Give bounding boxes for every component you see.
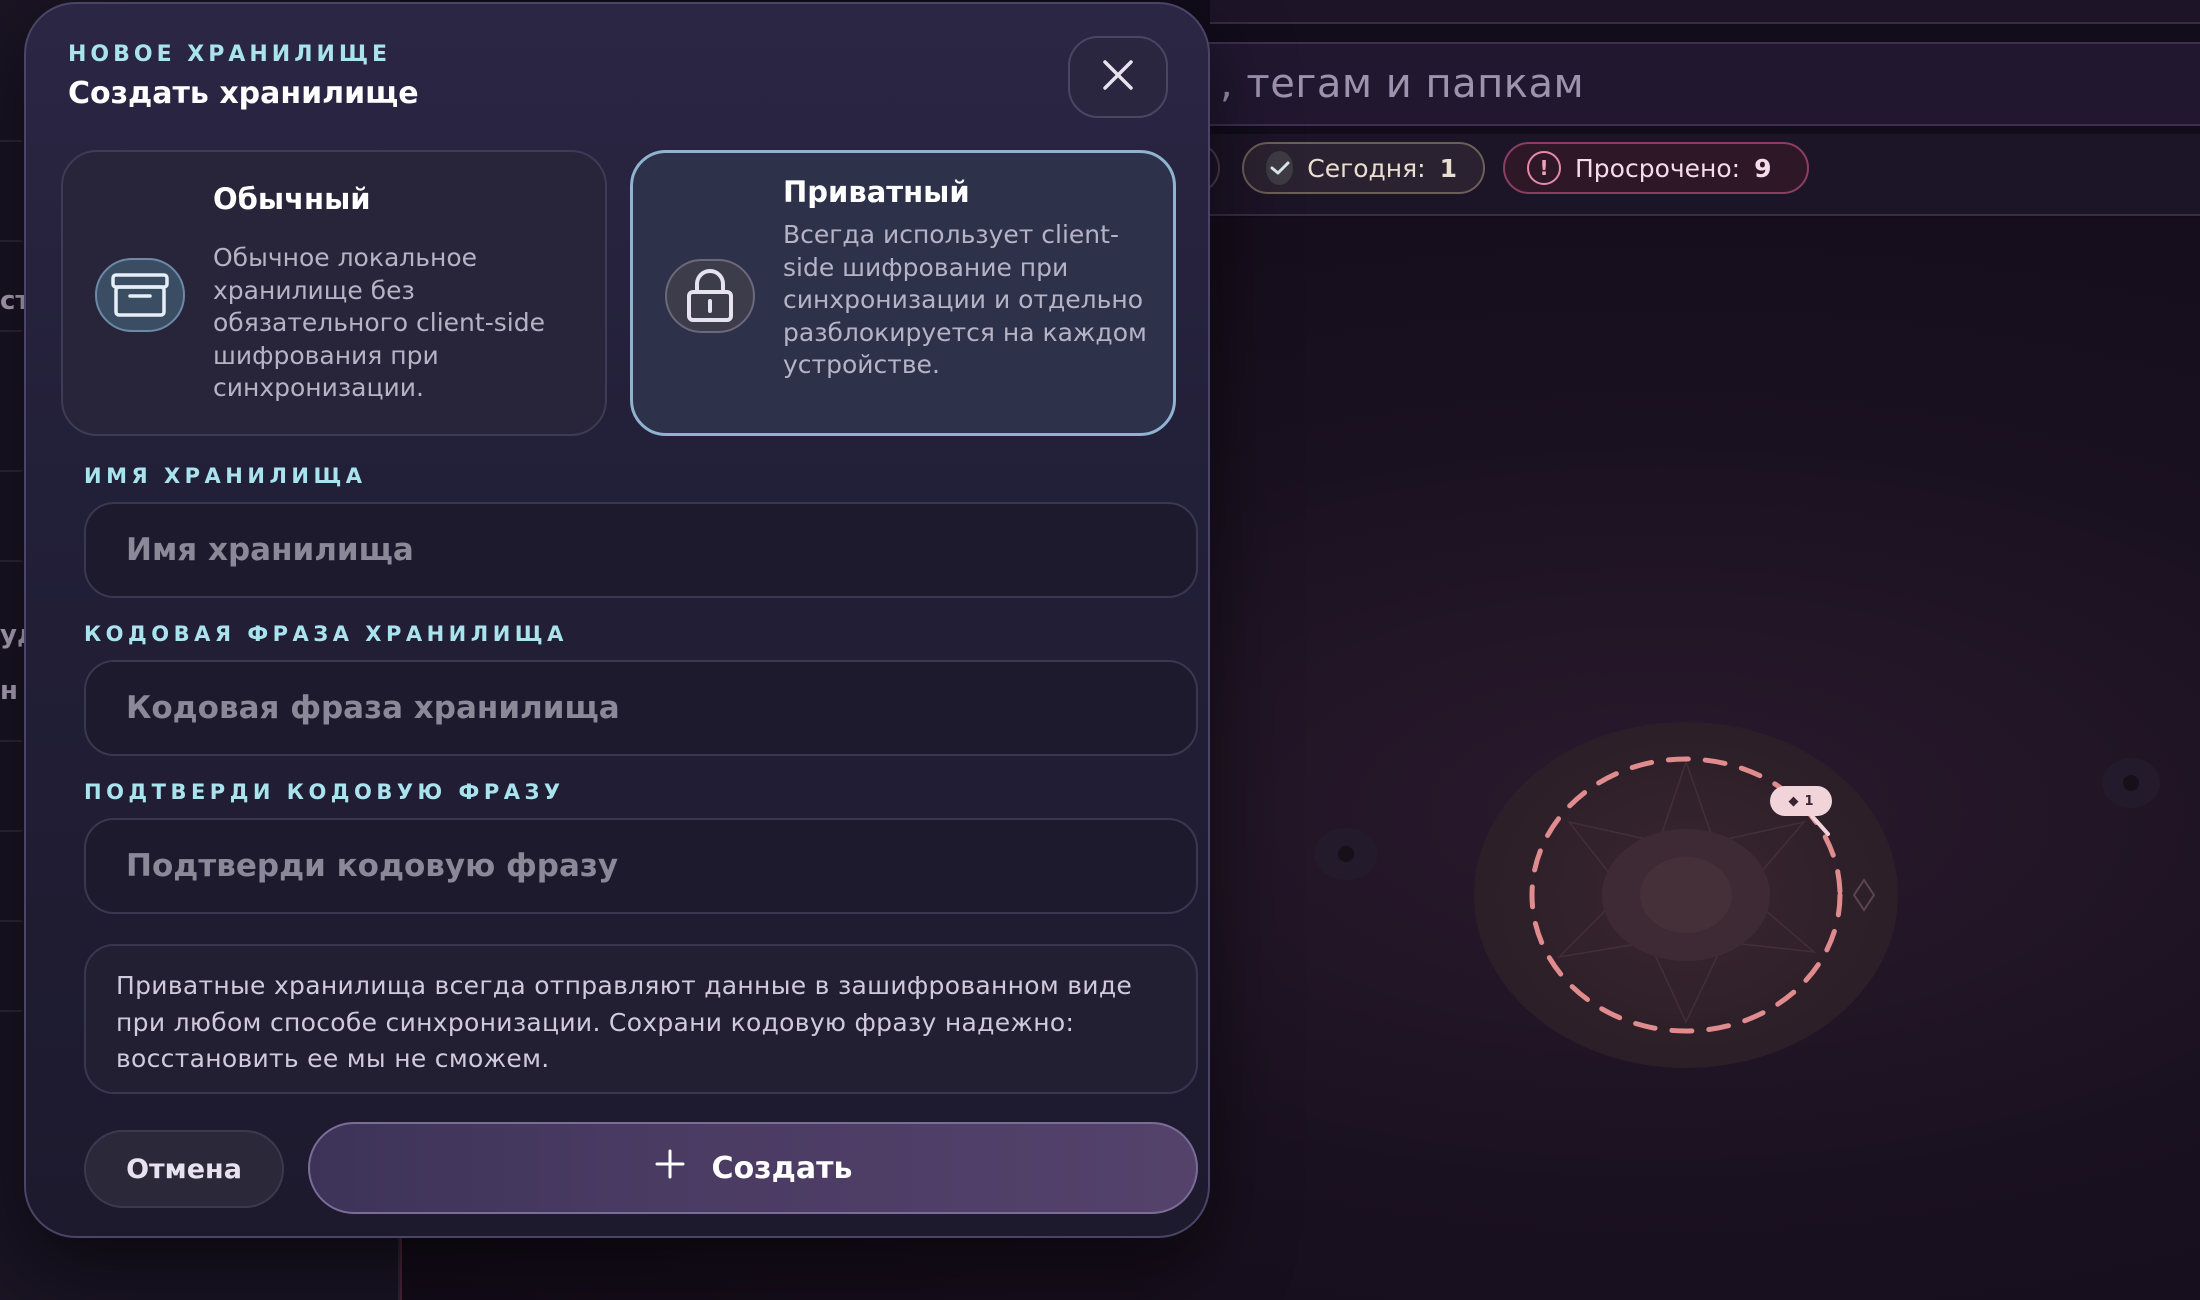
vault-type-private-card[interactable]: Приватный Всегда использует client-side … [630,150,1176,436]
lock-icon [665,259,755,333]
alert-icon: ! [1527,151,1561,185]
search-bar[interactable]: , тегам и папкам [1180,42,2200,126]
filter-chip-overdue[interactable]: ! Просрочено: 9 [1503,142,1809,194]
dialog-eyebrow: НОВОЕ ХРАНИЛИЩЕ [68,42,392,67]
vault-type-normal-card[interactable]: Обычный Обычное локальное хранилище без … [61,150,607,436]
close-icon [1101,58,1135,96]
vault-type-description: Обычное локальное хранилище без обязател… [213,243,545,402]
passphrase-label: КОДОВАЯ ФРАЗА ХРАНИЛИЩА [84,622,568,646]
create-button-label: Создать [711,1150,853,1186]
graph-node[interactable] [1314,828,1378,880]
archive-box-icon [95,258,185,332]
vault-type-title: Обычный [213,182,371,216]
chip-count: 1 [1439,153,1457,183]
filter-chip-today[interactable]: Сегодня: 1 [1242,142,1485,194]
private-vault-info: Приватные хранилища всегда отправляют да… [84,944,1198,1094]
cancel-button[interactable]: Отмена [84,1130,284,1208]
chip-label: Сегодня: [1307,153,1426,183]
chip-count: 9 [1754,153,1772,183]
graph-node-cluster[interactable]: ◆ 1 [1474,722,1898,1068]
vault-name-label: ИМЯ ХРАНИЛИЩА [84,464,367,488]
search-placeholder: , тегам и папкам [1220,61,1585,107]
check-icon [1266,151,1294,185]
chip-label: Просрочено: [1575,153,1741,183]
vault-name-input[interactable] [84,502,1198,598]
create-button[interactable]: Создать [308,1122,1198,1214]
sidebar-item-fragment[interactable]: н [0,676,18,706]
vault-type-description: Всегда использует client-side шифрование… [783,220,1147,379]
orb-badge: ◆ 1 [1770,786,1832,816]
graph-node[interactable] [2102,758,2160,808]
top-bar [1210,0,2200,24]
dialog-title: Создать хранилище [68,76,419,111]
orb-badge-count: 1 [1804,793,1814,809]
confirm-passphrase-label: ПОДТВЕРДИ КОДОВУЮ ФРАЗУ [84,780,565,804]
plus-icon [654,1148,686,1188]
close-button[interactable] [1068,36,1168,118]
vault-type-title: Приватный [783,175,970,209]
create-vault-dialog: НОВОЕ ХРАНИЛИЩЕ Создать хранилище Обычны… [24,2,1210,1238]
passphrase-input[interactable] [84,660,1198,756]
confirm-passphrase-input[interactable] [84,818,1198,914]
shield-icon: ◆ [1788,793,1799,809]
